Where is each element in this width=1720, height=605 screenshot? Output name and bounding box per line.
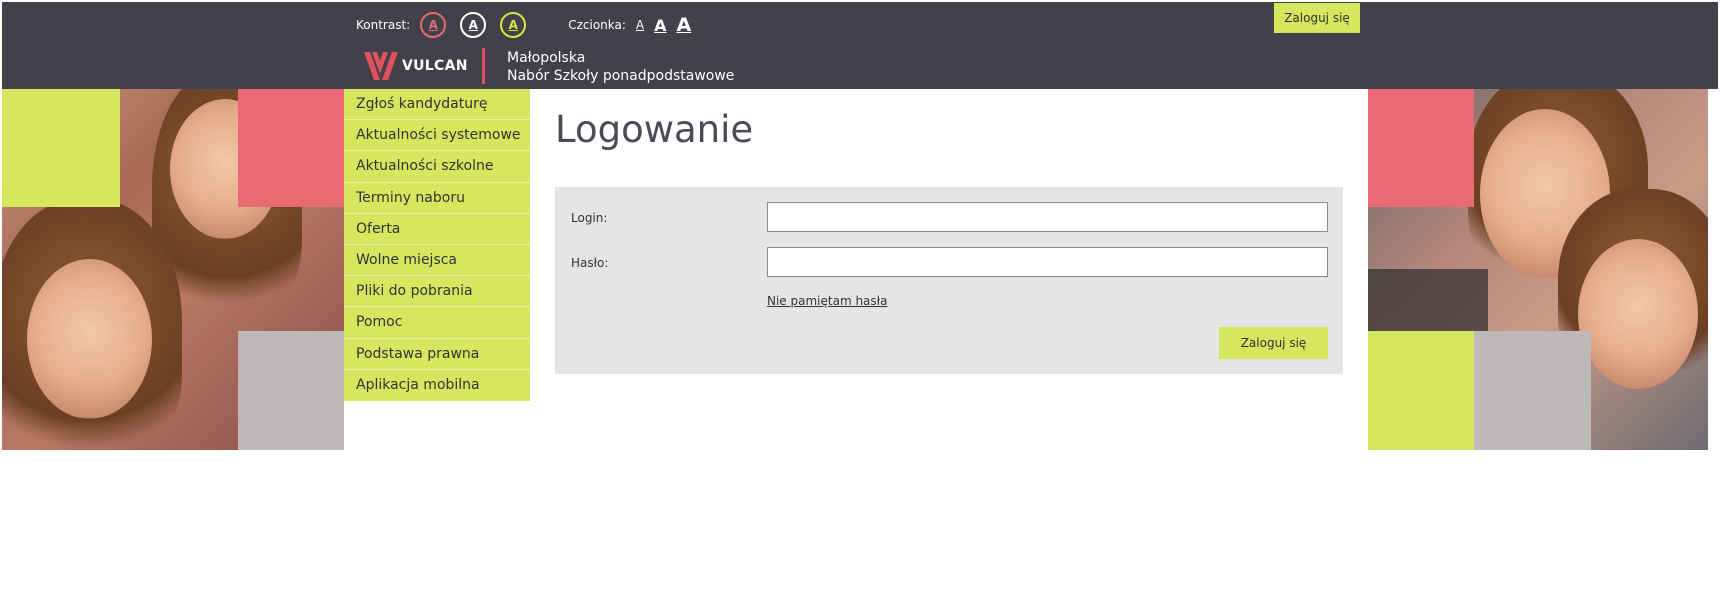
- login-label: Login:: [571, 211, 608, 225]
- nav-item-wolne-miejsca[interactable]: Wolne miejsca: [344, 245, 530, 277]
- region-title: Małopolska Nabór Szkoły ponadpodstawowe: [507, 49, 734, 85]
- nav-item-pomoc[interactable]: Pomoc: [344, 307, 530, 339]
- decor-red-block: [1368, 89, 1474, 207]
- nav-item-aktualnosci-systemowe[interactable]: Aktualności systemowe: [344, 120, 530, 152]
- contrast-red-button[interactable]: A: [420, 12, 447, 38]
- nav-item-oferta[interactable]: Oferta: [344, 214, 530, 245]
- header-login-button[interactable]: Zaloguj się: [1274, 3, 1360, 33]
- login-submit-button[interactable]: Zaloguj się: [1219, 327, 1328, 359]
- nav-item-podstawa-prawna[interactable]: Podstawa prawna: [344, 339, 530, 370]
- password-input[interactable]: [767, 247, 1328, 277]
- forgot-password-link[interactable]: Nie pamiętam hasła: [767, 294, 887, 308]
- left-banner-image: [2, 89, 344, 450]
- accessibility-bar: Kontrast: A A A Czcionka: A A A: [356, 11, 701, 39]
- top-header: Kontrast: A A A Czcionka: A A A Zaloguj …: [2, 2, 1718, 89]
- contrast-yellow-button[interactable]: A: [500, 12, 527, 38]
- font-small-button[interactable]: A: [636, 18, 644, 32]
- region-name: Małopolska: [507, 50, 586, 66]
- nav-item-pliki-do-pobrania[interactable]: Pliki do pobrania: [344, 276, 530, 308]
- password-label: Hasło:: [571, 256, 609, 270]
- main-navigation: Zgłoś kandydaturę Aktualności systemowe …: [344, 89, 530, 401]
- decor-green-block: [1368, 331, 1474, 450]
- nav-item-aplikacja-mobilna[interactable]: Aplikacja mobilna: [344, 370, 530, 401]
- login-input[interactable]: [767, 202, 1328, 232]
- vulcan-logo[interactable]: VULCAN: [362, 46, 468, 86]
- contrast-white-button[interactable]: A: [460, 12, 487, 38]
- decor-red-block: [238, 89, 344, 207]
- font-large-button[interactable]: A: [677, 14, 692, 36]
- logo-separator: [482, 48, 485, 84]
- nav-item-zglos-kandydature[interactable]: Zgłoś kandydaturę: [344, 89, 530, 121]
- font-size-label: Czcionka:: [568, 18, 626, 32]
- right-banner-image: [1368, 89, 1708, 450]
- font-medium-button[interactable]: A: [654, 16, 666, 35]
- login-form: Login: Hasło: Nie pamiętam hasła Zaloguj…: [555, 187, 1343, 374]
- decor-grey-block: [1474, 331, 1591, 450]
- nav-item-aktualnosci-szkolne[interactable]: Aktualności szkolne: [344, 151, 530, 183]
- system-name: Nabór Szkoły ponadpodstawowe: [507, 68, 735, 84]
- vulcan-logo-text: VULCAN: [402, 58, 468, 74]
- contrast-label: Kontrast:: [356, 18, 411, 32]
- decor-green-block: [2, 89, 120, 207]
- nav-item-terminy-naboru[interactable]: Terminy naboru: [344, 183, 530, 214]
- decor-grey-block: [238, 331, 344, 450]
- page-title: Logowanie: [555, 108, 754, 151]
- vulcan-logo-icon: [364, 52, 398, 80]
